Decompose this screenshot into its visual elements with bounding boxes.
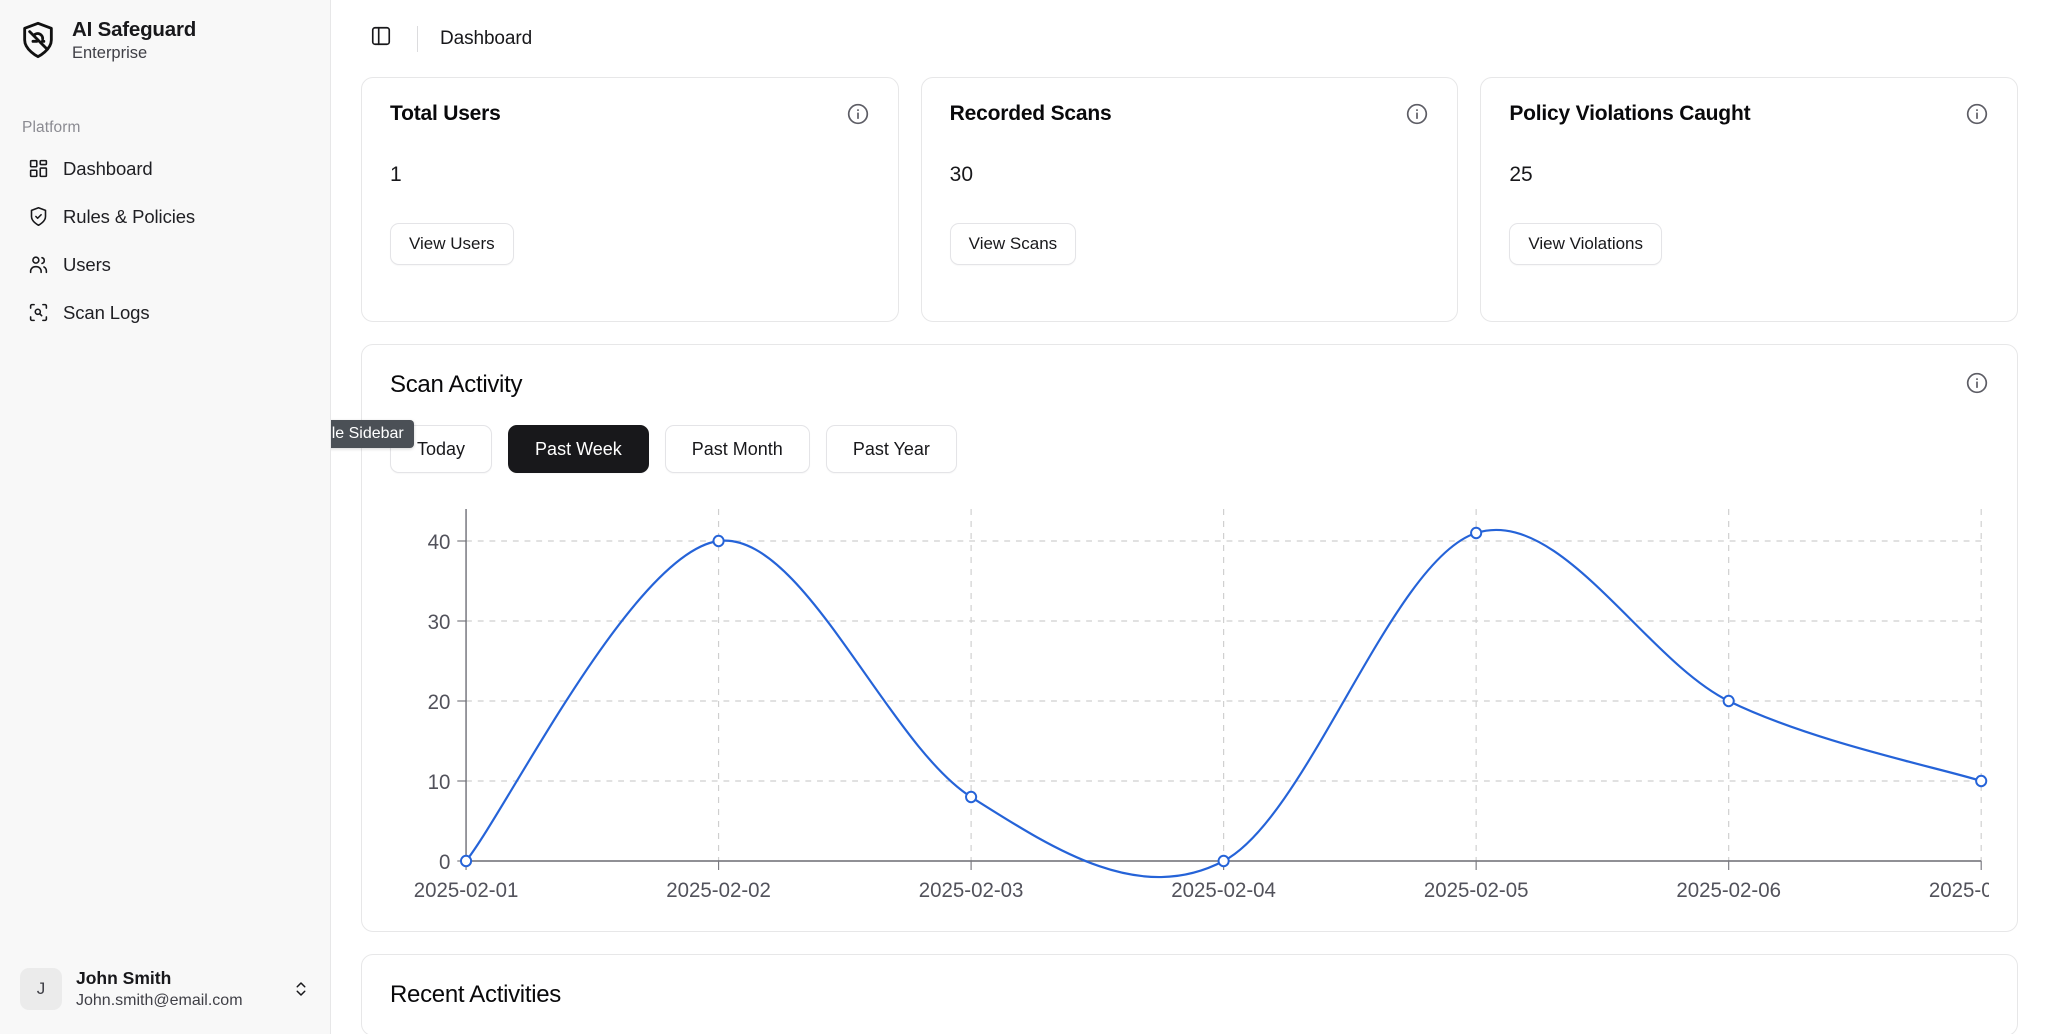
user-email: John.smith@email.com [76,991,278,1010]
stat-card-policy-violations: Policy Violations Caught 25 View Violati… [1480,77,2018,322]
x-axis-tick-label: 2025-02-02 [666,879,771,902]
shield-check-icon [28,206,49,227]
brand-plan: Enterprise [72,44,196,63]
shield-ai-off-icon [18,20,58,60]
toggle-sidebar-button[interactable] [361,19,401,59]
avatar: J [20,968,62,1010]
info-icon[interactable] [846,102,870,126]
stat-card-total-users: Total Users 1 View Users [361,77,899,322]
sidebar-item-label: Users [63,254,111,276]
time-range-selector: Today Past Week Past Month Past Year [390,425,1989,473]
line-chart-svg: 0 10 20 30 40 2025-02-01 2025-02-02 2025-02-03 2… [390,491,1989,911]
sidebar-item-users[interactable]: Users [10,241,320,289]
sidebar-item-label: Rules & Policies [63,206,195,228]
breadcrumb: Dashboard [440,28,532,50]
range-today-button[interactable]: Today [390,425,492,473]
stat-card-row: Total Users 1 View Users Recorded Scans [361,77,2018,322]
card-title: Policy Violations Caught [1509,102,1750,126]
nav-section-label: Platform [0,119,330,137]
topbar: Dashboard [331,0,2048,77]
chart-data-point[interactable] [1724,696,1734,706]
brand-name: AI Safeguard [72,18,196,42]
recent-activities-title: Recent Activities [390,981,1989,1009]
panel-title: Scan Activity [390,371,522,399]
user-name: John Smith [76,968,278,989]
x-axis-tick-label: 2025-02-07 [1929,879,1989,902]
stat-card-recorded-scans: Recorded Scans 30 View Scans [921,77,1459,322]
sidebar: AI Safeguard Enterprise Platform Dashboa… [0,0,331,1034]
range-past-week-button[interactable]: Past Week [508,425,649,473]
sidebar-spacer [0,337,330,958]
info-icon[interactable] [1965,371,1989,395]
sidebar-item-label: Scan Logs [63,302,150,324]
x-axis-tick-label: 2025-02-06 [1676,879,1781,902]
users-icon [28,254,49,275]
card-title: Total Users [390,102,501,126]
dashboard-content: Total Users 1 View Users Recorded Scans [331,77,2048,1034]
recent-activities-panel: Recent Activities [361,954,2018,1034]
chart-data-point[interactable] [461,856,471,866]
x-axis-tick-label: 2025-02-05 [1424,879,1529,902]
app-root: AI Safeguard Enterprise Platform Dashboa… [0,0,2048,1034]
panel-left-icon [370,25,392,52]
y-axis-tick-label: 0 [439,851,450,874]
info-icon[interactable] [1965,102,1989,126]
x-axis-tick-label: 2025-02-01 [414,879,519,902]
card-value: 1 [390,163,870,187]
view-violations-button[interactable]: View Violations [1509,223,1662,265]
main-content: Dashboard Total Users 1 View Users [331,0,2048,1034]
view-scans-button[interactable]: View Scans [950,223,1077,265]
sidebar-item-dashboard[interactable]: Dashboard [10,145,320,193]
x-axis-tick-label: 2025-02-03 [919,879,1024,902]
y-axis-tick-label: 20 [428,691,451,714]
scan-activity-panel: Scan Activity Today Past Week Past Month… [361,344,2018,932]
sidebar-item-rules-policies[interactable]: Rules & Policies [10,193,320,241]
x-axis-tick-label: 2025-02-04 [1171,879,1276,902]
card-value: 25 [1509,163,1989,187]
card-title: Recorded Scans [950,102,1112,126]
y-axis-tick-label: 30 [428,611,451,634]
sidebar-item-scan-logs[interactable]: Scan Logs [10,289,320,337]
user-account-switcher[interactable]: J John Smith John.smith@email.com [10,958,320,1020]
info-icon[interactable] [1405,102,1429,126]
layout-grid-icon [28,158,49,179]
y-axis-tick-label: 40 [428,531,451,554]
chart-data-point[interactable] [1471,528,1481,538]
chart-data-point[interactable] [966,792,976,802]
sidebar-item-label: Dashboard [63,158,153,180]
card-value: 30 [950,163,1430,187]
brand[interactable]: AI Safeguard Enterprise [0,0,330,63]
chart-data-point[interactable] [1976,776,1986,786]
chart-data-point[interactable] [714,536,724,546]
scan-activity-chart: 0 10 20 30 40 2025-02-01 2025-02-02 2025-02-03 2… [390,491,1989,911]
chart-data-point[interactable] [1219,856,1229,866]
topbar-divider [417,26,418,52]
view-users-button[interactable]: View Users [390,223,514,265]
scan-search-icon [28,302,49,323]
chevrons-up-down-icon [292,980,310,998]
range-past-month-button[interactable]: Past Month [665,425,810,473]
y-axis-tick-label: 10 [428,771,451,794]
range-past-year-button[interactable]: Past Year [826,425,957,473]
sidebar-nav: Dashboard Rules & Policies [0,145,330,337]
